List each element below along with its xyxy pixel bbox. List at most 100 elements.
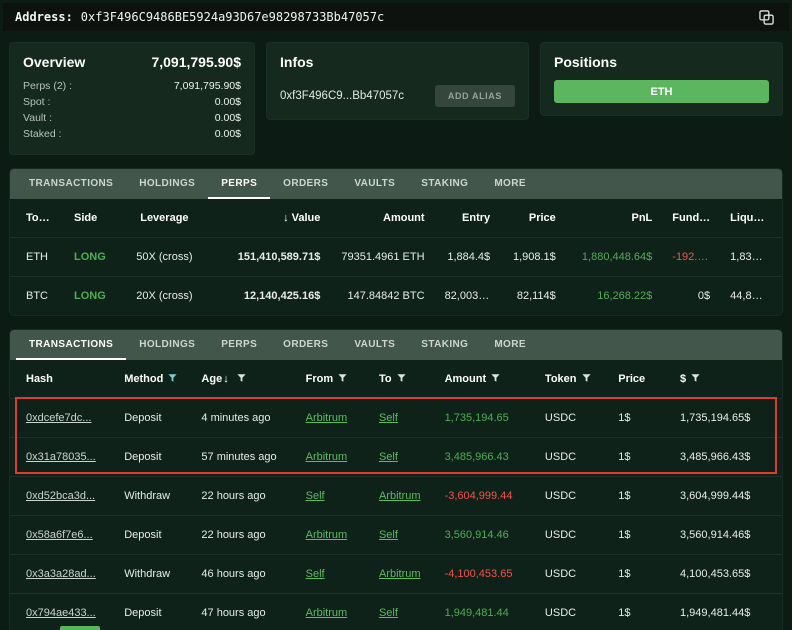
price-cell: 1$ xyxy=(608,477,670,516)
tab-orders[interactable]: ORDERS xyxy=(270,330,341,360)
tab-more[interactable]: MORE xyxy=(481,330,539,360)
overview-title: Overview xyxy=(23,54,85,70)
funding-cell: -192.72$ xyxy=(662,238,720,277)
from-link[interactable]: Self xyxy=(306,568,325,580)
tab-more[interactable]: MORE xyxy=(481,169,539,199)
short-address: 0xf3F496C9...Bb47057c xyxy=(280,90,404,102)
liquidation-cell: 44,837$ xyxy=(720,277,782,316)
price-cell: 1$ xyxy=(608,555,670,594)
col-value-label: Value xyxy=(292,212,321,224)
filter-icon[interactable] xyxy=(397,373,406,383)
entry-cell: 1,884.4$ xyxy=(435,238,501,277)
filter-icon[interactable] xyxy=(691,373,700,383)
col-side: Side xyxy=(64,199,118,238)
price-cell: 82,114$ xyxy=(500,277,566,316)
usd-cell: 3,485,966.43$ xyxy=(670,438,782,477)
entry-cell: 82,003.9$ xyxy=(435,277,501,316)
tab-perps[interactable]: PERPS xyxy=(208,330,270,360)
vault-value: 0.00$ xyxy=(215,110,241,126)
price-cell: 1,908.1$ xyxy=(500,238,566,277)
staked-value: 0.00$ xyxy=(215,126,241,142)
tab-transactions[interactable]: TRANSACTIONS xyxy=(16,330,126,360)
transaction-row: 0xd52bca3d... Withdraw 22 hours ago Self… xyxy=(10,477,782,516)
usd-cell: 1,949,481.44$ xyxy=(670,594,782,630)
col-amount[interactable]: Amount xyxy=(435,360,535,399)
transactions-header-row: Hash Method Age↓ From To Amount Token Pr… xyxy=(10,360,782,399)
from-link[interactable]: Arbitrum xyxy=(306,451,348,463)
col-to[interactable]: To xyxy=(369,360,435,399)
hash-link[interactable]: 0x3a3a28ad... xyxy=(26,568,96,580)
perps-value: 7,091,795.90$ xyxy=(174,78,241,94)
from-link[interactable]: Arbitrum xyxy=(306,529,348,541)
from-link[interactable]: Arbitrum xyxy=(306,412,348,424)
tab-orders[interactable]: ORDERS xyxy=(270,169,341,199)
col-price: Price xyxy=(500,199,566,238)
address-label: Address: xyxy=(15,10,73,24)
token-cell: USDC xyxy=(535,438,608,477)
method-cell: Deposit xyxy=(114,399,191,438)
col-age[interactable]: Age↓ xyxy=(191,360,295,399)
tab-holdings[interactable]: HOLDINGS xyxy=(126,330,208,360)
add-alias-button[interactable]: ADD ALIAS xyxy=(435,85,515,107)
tab-perps[interactable]: PERPS xyxy=(208,169,270,199)
hash-link[interactable]: 0x31a78035... xyxy=(26,451,96,463)
usd-cell: 1,735,194.65$ xyxy=(670,399,782,438)
tab-holdings[interactable]: HOLDINGS xyxy=(126,169,208,199)
hash-link[interactable]: 0xdcefe7dc... xyxy=(26,412,91,424)
transactions-table-wrap: Hash Method Age↓ From To Amount Token Pr… xyxy=(10,360,782,630)
col-token[interactable]: Token xyxy=(535,360,608,399)
filter-icon[interactable] xyxy=(338,373,347,383)
tab-transactions[interactable]: TRANSACTIONS xyxy=(16,169,126,199)
to-link[interactable]: Self xyxy=(379,412,398,424)
col-amount: Amount xyxy=(330,199,434,238)
price-cell: 1$ xyxy=(608,516,670,555)
to-link[interactable]: Self xyxy=(379,607,398,619)
positions-card: Positions ETH xyxy=(540,42,783,116)
filter-icon[interactable] xyxy=(582,373,591,383)
overview-total: 7,091,795.90$ xyxy=(151,54,241,70)
from-link[interactable]: Self xyxy=(306,490,325,502)
staked-label: Staked : xyxy=(23,126,62,142)
filter-icon[interactable] xyxy=(168,373,177,383)
col-hash: Hash xyxy=(10,360,114,399)
hash-link[interactable]: 0xd52bca3d... xyxy=(26,490,95,502)
col-method[interactable]: Method xyxy=(114,360,191,399)
col-funding: Funding xyxy=(662,199,720,238)
spot-label: Spot : xyxy=(23,94,50,110)
col-usd[interactable]: $ xyxy=(670,360,782,399)
tab-vaults[interactable]: VAULTS xyxy=(341,330,408,360)
to-link[interactable]: Self xyxy=(379,451,398,463)
filter-icon[interactable] xyxy=(237,373,246,383)
to-link[interactable]: Arbitrum xyxy=(379,490,421,502)
transaction-row: 0x794ae433... Deposit 47 hours ago Arbit… xyxy=(10,594,782,630)
method-cell: Deposit xyxy=(114,438,191,477)
copy-icon[interactable] xyxy=(755,6,777,28)
tab-staking[interactable]: STAKING xyxy=(408,169,481,199)
tab-staking[interactable]: STAKING xyxy=(408,330,481,360)
address-bar: Address: 0xf3F496C9486BE5924a93D67e98298… xyxy=(3,3,789,31)
col-from[interactable]: From xyxy=(296,360,369,399)
hash-link[interactable]: 0x58a6f7e6... xyxy=(26,529,93,541)
col-amount-label: Amount xyxy=(445,373,487,385)
pnl-cell: 1,880,448.64$ xyxy=(566,238,663,277)
summary-cards: Overview 7,091,795.90$ Perps (2) : 7,091… xyxy=(9,42,783,155)
to-link[interactable]: Self xyxy=(379,529,398,541)
to-link[interactable]: Arbitrum xyxy=(379,568,421,580)
age-cell: 4 minutes ago xyxy=(191,399,295,438)
tab-vaults[interactable]: VAULTS xyxy=(341,169,408,199)
col-value[interactable]: ↓Value xyxy=(211,199,331,238)
token-cell: USDC xyxy=(535,555,608,594)
age-cell: 57 minutes ago xyxy=(191,438,295,477)
filter-icon[interactable] xyxy=(491,373,500,383)
bottom-partial-green-widget[interactable] xyxy=(60,626,100,630)
address-value: 0xf3F496C9486BE5924a93D67e98298733Bb4705… xyxy=(81,10,384,24)
value-cell: 151,410,589.71$ xyxy=(211,238,331,277)
from-link[interactable]: Arbitrum xyxy=(306,607,348,619)
position-token-eth-button[interactable]: ETH xyxy=(554,80,769,103)
vault-label: Vault : xyxy=(23,110,52,126)
age-cell: 22 hours ago xyxy=(191,477,295,516)
transaction-row: 0xdcefe7dc... Deposit 4 minutes ago Arbi… xyxy=(10,399,782,438)
price-cell: 1$ xyxy=(608,438,670,477)
hash-link[interactable]: 0x794ae433... xyxy=(26,607,96,619)
infos-title: Infos xyxy=(280,54,313,70)
